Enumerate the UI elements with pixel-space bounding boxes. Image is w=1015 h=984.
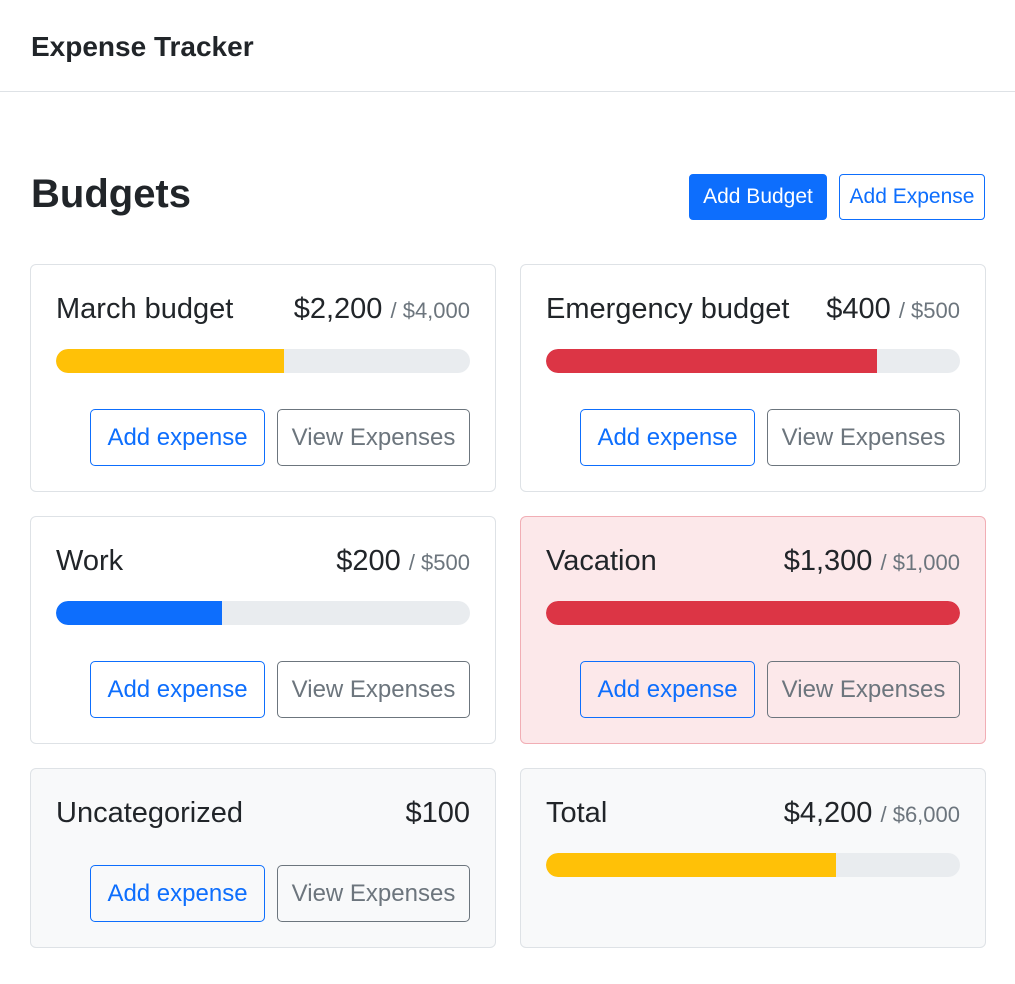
add-expense-card-button[interactable]: Add expense [90, 409, 265, 466]
budget-amount: $4,200 / $6,000 [784, 795, 960, 833]
budget-progress-bar [56, 601, 470, 625]
budget-amount: $200 / $500 [336, 543, 470, 581]
budget-card-uncategorized: Uncategorized $100 Add expense View Expe… [30, 768, 496, 948]
budget-name: Work [56, 545, 124, 577]
view-expenses-button[interactable]: View Expenses [767, 409, 960, 466]
budget-progress-bar [546, 601, 960, 625]
add-expense-button[interactable]: Add Expense [839, 174, 985, 220]
budget-amount: $1,300 / $1,000 [784, 543, 960, 581]
budget-amount: $100 [405, 795, 470, 831]
budget-max: / $6,000 [880, 802, 960, 827]
budget-card-work: Work $200 / $500 Add expense View Expens… [30, 516, 496, 744]
budget-name: Vacation [546, 545, 657, 577]
add-expense-card-button[interactable]: Add expense [90, 865, 265, 922]
budget-max: / $500 [408, 550, 470, 575]
budget-spent: $2,200 [293, 293, 383, 325]
budget-name: Total [546, 797, 608, 829]
progress-fill [546, 853, 836, 877]
budget-amount: $400 / $500 [826, 291, 960, 329]
budget-spent: $200 [336, 545, 401, 577]
progress-fill [546, 349, 878, 373]
budget-spent: $400 [826, 293, 891, 325]
page-title: Budgets [31, 172, 191, 216]
budget-card-emergency: Emergency budget $400 / $500 Add expense… [520, 264, 986, 492]
add-expense-card-button[interactable]: Add expense [580, 409, 755, 466]
budget-name: Emergency budget [546, 293, 790, 325]
budget-spent: $4,200 [783, 797, 873, 829]
budget-progress-bar [546, 349, 960, 373]
app-brand[interactable]: Expense Tracker [31, 30, 254, 64]
budget-card-vacation: Vacation $1,300 / $1,000 Add expense Vie… [520, 516, 986, 744]
add-expense-card-button[interactable]: Add expense [90, 661, 265, 718]
add-budget-button[interactable]: Add Budget [689, 174, 827, 220]
progress-fill [546, 601, 960, 625]
budget-card-march: March budget $2,200 / $4,000 Add expense… [30, 264, 496, 492]
budget-spent: $1,300 [783, 545, 873, 577]
budget-card-total: Total $4,200 / $6,000 [520, 768, 986, 948]
budget-max: / $1,000 [880, 550, 960, 575]
budget-max: / $4,000 [390, 298, 470, 323]
budget-progress-bar [56, 349, 470, 373]
navbar: Expense Tracker [0, 0, 1015, 92]
view-expenses-button[interactable]: View Expenses [277, 661, 470, 718]
budget-progress-bar [546, 853, 960, 877]
progress-fill [56, 349, 284, 373]
progress-fill [56, 601, 222, 625]
view-expenses-button[interactable]: View Expenses [767, 661, 960, 718]
budget-max: / $500 [898, 298, 960, 323]
budget-name: March budget [56, 293, 234, 325]
budget-name: Uncategorized [56, 797, 243, 829]
view-expenses-button[interactable]: View Expenses [277, 865, 470, 922]
budget-amount: $2,200 / $4,000 [294, 291, 470, 329]
view-expenses-button[interactable]: View Expenses [277, 409, 470, 466]
budget-spent: $100 [405, 797, 470, 829]
add-expense-card-button[interactable]: Add expense [580, 661, 755, 718]
